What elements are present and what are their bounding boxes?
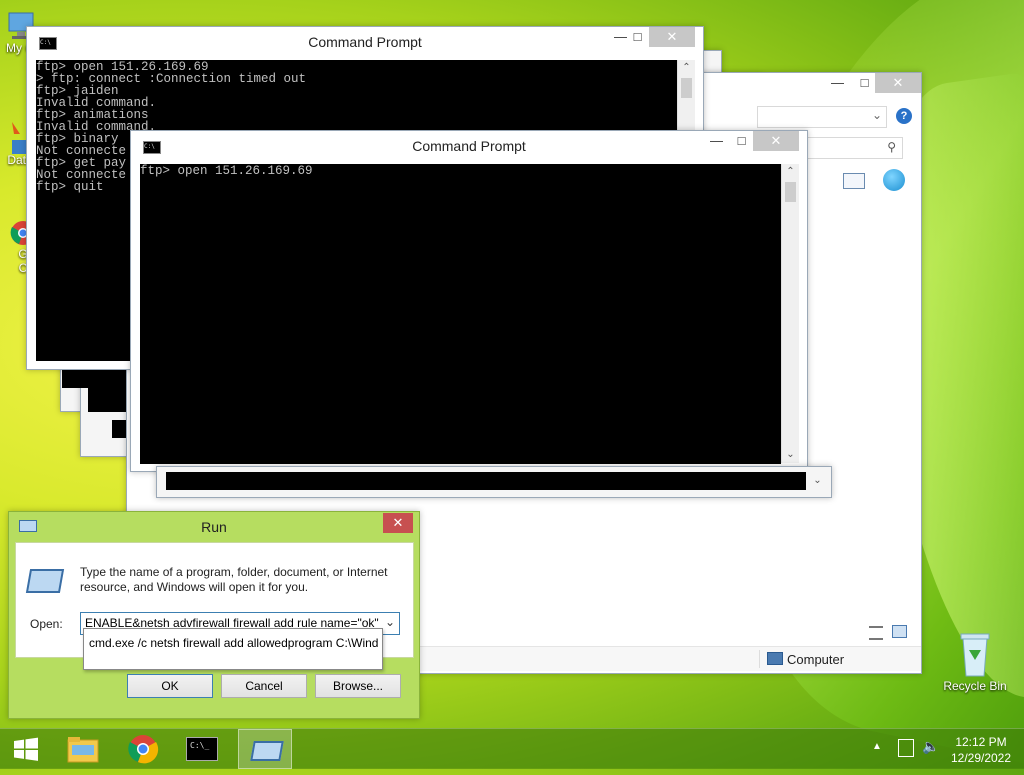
window-title: Command Prompt (308, 34, 422, 50)
scroll-down-arrow[interactable]: ⌄ (782, 447, 799, 463)
taskbar-chrome[interactable] (116, 729, 170, 769)
search-icon: ⚲ (887, 140, 896, 154)
scroll-down-arrow[interactable]: ⌄ (809, 473, 826, 489)
chrome-icon (128, 735, 159, 764)
titlebar[interactable]: C:\ Command Prompt — □ ✕ (131, 131, 807, 161)
show-hidden-icons[interactable]: ▲ (872, 741, 882, 752)
computer-icon (767, 652, 783, 665)
clock[interactable]: 12:12 PM 12/29/2022 (946, 734, 1016, 766)
search-box[interactable]: ⚲ (803, 137, 903, 159)
close-button[interactable]: ✕ (383, 513, 413, 533)
browse-button[interactable]: Browse... (315, 674, 401, 698)
close-button[interactable]: ✕ (649, 27, 695, 47)
chevron-down-icon[interactable]: ⌄ (385, 615, 395, 629)
address-bar[interactable]: ⌄ (757, 106, 887, 128)
minimize-button[interactable]: — (824, 73, 851, 93)
network-icon[interactable] (898, 739, 914, 757)
folder-icon (67, 737, 99, 763)
clock-date: 12/29/2022 (950, 751, 1012, 765)
mail-icon[interactable] (843, 173, 865, 189)
titlebar[interactable]: C:\ Command Prompt — □ ✕ (27, 27, 703, 57)
chevron-down-icon[interactable]: ⌄ (872, 108, 882, 122)
maximize-button[interactable]: □ (851, 73, 878, 93)
help-icon[interactable]: ? (896, 108, 912, 124)
start-button[interactable] (0, 729, 54, 769)
console-line: ftp> open 151.26.169.69 (140, 164, 313, 178)
console-line: > ftp: connect :Connection timed out (36, 72, 307, 86)
cmd-icon: C:\_ (186, 737, 218, 761)
desktop-icon-recycle-bin[interactable]: Recycle Bin (940, 630, 1010, 693)
run-program-icon (25, 569, 65, 593)
vertical-scrollbar[interactable]: ⌃ ⌄ (781, 164, 799, 463)
taskbar: C:\_ ▲ 🔈 12:12 PM 12/29/2022 (0, 728, 1024, 769)
status-location: Computer (787, 652, 845, 667)
scroll-up-arrow[interactable]: ⌃ (782, 164, 799, 180)
maximize-button[interactable]: □ (728, 131, 755, 151)
cmd-icon-text: C:\_ (190, 741, 210, 750)
volume-icon[interactable]: 🔈 (922, 738, 939, 755)
ghost-console-strip (166, 472, 806, 490)
autocomplete-dropdown[interactable]: cmd.exe /c netsh firewall add allowedpro… (83, 628, 383, 670)
scroll-thumb[interactable] (681, 78, 692, 98)
scroll-thumb[interactable] (785, 182, 796, 202)
minimize-button[interactable]: — (703, 131, 730, 151)
run-icon (250, 741, 284, 761)
ghost-window-bottom: ⌄ (156, 466, 832, 498)
taskbar-run[interactable] (238, 729, 292, 769)
globe-icon[interactable] (883, 169, 905, 191)
ok-button[interactable]: OK (127, 674, 213, 698)
status-divider (759, 650, 760, 668)
details-view-icon[interactable] (869, 626, 883, 640)
tiles-view-icon[interactable] (892, 625, 907, 638)
close-button[interactable]: ✕ (753, 131, 799, 151)
scroll-up-arrow[interactable]: ⌃ (678, 60, 695, 76)
console-output[interactable]: ftp> open 151.26.169.69 (140, 164, 781, 464)
open-label: Open: (30, 617, 63, 631)
cancel-button[interactable]: Cancel (221, 674, 307, 698)
autocomplete-item[interactable]: cmd.exe /c netsh firewall add allowedpro… (89, 636, 378, 650)
taskbar-command-prompt[interactable]: C:\_ (176, 729, 230, 769)
maximize-button[interactable]: □ (624, 27, 651, 47)
desktop-icon-label: Recycle Bin (943, 679, 1007, 693)
description-text: Type the name of a program, folder, docu… (80, 565, 388, 594)
clock-time: 12:12 PM (955, 735, 1007, 749)
run-dialog[interactable]: Run ✕ Type the name of a program, folder… (8, 511, 420, 719)
windows-logo-icon (14, 737, 38, 761)
close-button[interactable]: ✕ (875, 73, 921, 93)
recycle-bin-icon (960, 633, 990, 677)
cmd-window-front[interactable]: C:\ Command Prompt — □ ✕ ftp> open 151.2… (130, 130, 808, 472)
dialog-title: Run (201, 519, 227, 535)
taskbar-file-explorer[interactable] (56, 729, 110, 769)
